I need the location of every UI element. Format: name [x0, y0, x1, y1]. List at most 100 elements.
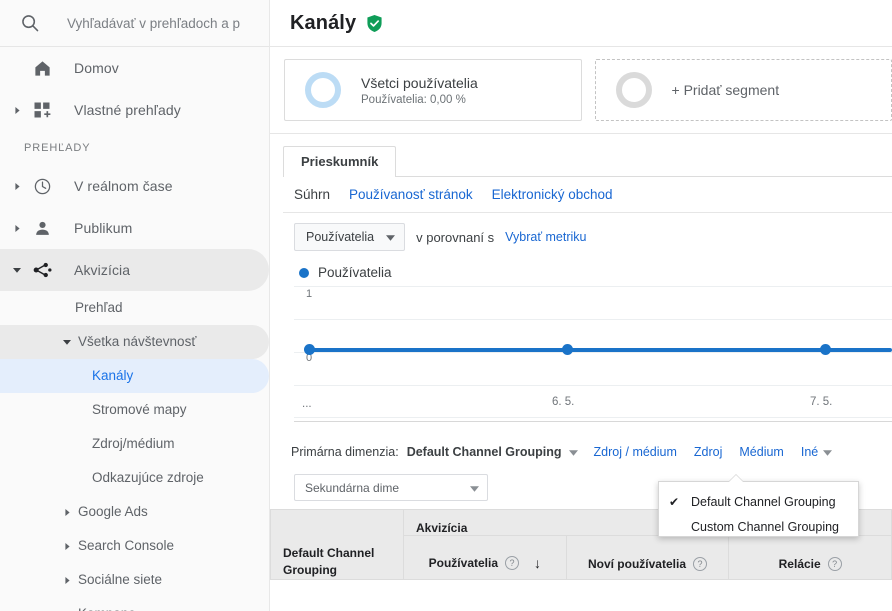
table-header-pouzivatelia[interactable]: Používatelia ? ↓ — [403, 535, 567, 580]
compare-label: v porovnaní s — [416, 229, 495, 245]
legend-label: Používatelia — [318, 265, 392, 280]
gridline — [294, 385, 892, 386]
segment-bar: Všetci používatelia Používatelia: 0,00 %… — [270, 47, 892, 134]
metric-select-button[interactable]: Používatelia — [294, 223, 406, 251]
x-axis-line — [294, 421, 892, 422]
sidebar: Domov Vlastné prehľady PREHĽADY — [0, 0, 270, 611]
page-title: Kanály — [290, 11, 357, 34]
tab-prieskumnik[interactable]: Prieskumník — [283, 146, 397, 177]
metric-label: Používatelia — [428, 556, 498, 570]
chevron-right-icon — [6, 182, 28, 190]
sidebar-item-v-realnom-case[interactable]: V reálnom čase — [0, 165, 269, 207]
metric-select-value: Používatelia — [306, 230, 375, 244]
sidebar-item-kanaly[interactable]: Kanály — [0, 359, 269, 393]
sidebar-item-label: Akvizícia — [74, 262, 131, 278]
gridline — [294, 352, 892, 353]
sidebar-item-kampane[interactable]: Kampane — [0, 597, 269, 611]
help-icon[interactable]: ? — [505, 556, 519, 570]
add-segment-label: + Pridať segment — [671, 82, 780, 98]
sidebar-item-publikum[interactable]: Publikum — [0, 207, 269, 249]
sidebar-subitem-label: Všetka návštevnosť — [78, 334, 197, 349]
menu-item-default-channel-grouping[interactable]: ✔ Default Channel Grouping — [659, 489, 858, 514]
add-segment-button[interactable]: + Pridať segment — [594, 59, 892, 121]
help-icon[interactable]: ? — [827, 557, 842, 571]
x-tick-2: 7. 5. — [810, 396, 833, 408]
menu-item-label: Default Channel Grouping — [691, 494, 836, 509]
metric-selector-row: Používatelia v porovnaní s Vybrať metrik… — [283, 213, 892, 257]
secondary-dimension-button[interactable]: Sekundárna dime — [294, 474, 488, 501]
chevron-right-icon — [60, 576, 74, 584]
segment-subtext: Používatelia: 0,00 % — [361, 94, 466, 106]
explorer-section: Prieskumník Súhrn Používanosť stránok El… — [270, 146, 892, 509]
metric-label: Relácie — [778, 557, 821, 571]
chevron-down-icon — [823, 445, 833, 459]
sidebar-item-label: V reálnom čase — [74, 178, 173, 194]
dimension-link-zdroj-medium[interactable]: Zdroj / médium — [594, 445, 677, 459]
table-header-novi-pouzivatelia[interactable]: Noví používatelia ? — [565, 535, 730, 580]
primary-dimension-dropdown[interactable]: Default Channel Grouping — [407, 445, 578, 459]
check-icon: ✔ — [669, 494, 680, 509]
sidebar-item-label: Publikum — [74, 220, 133, 236]
pick-metric-link[interactable]: Vybrať metriku — [505, 230, 586, 244]
dimension-link-medium[interactable]: Médium — [739, 445, 783, 459]
data-point[interactable] — [820, 344, 831, 355]
sidebar-item-google-ads[interactable]: Google Ads — [0, 495, 269, 529]
explorer-tabrow: Prieskumník — [283, 146, 892, 177]
chevron-right-icon — [6, 106, 28, 114]
explorer-subtabs: Súhrn Používanosť stránok Elektronický o… — [283, 177, 892, 213]
subtab-elektronicky-obchod[interactable]: Elektronický obchod — [492, 187, 613, 202]
sidebar-search-row[interactable] — [0, 0, 269, 47]
menu-item-custom-channel-grouping[interactable]: Custom Channel Grouping — [659, 514, 858, 539]
sidebar-item-label: Vlastné prehľady — [74, 102, 181, 118]
sort-descending-icon[interactable]: ↓ — [534, 555, 541, 571]
sidebar-subitem-label: Kanály — [92, 368, 134, 383]
chevron-right-icon — [60, 542, 74, 550]
sidebar-item-akvizicia[interactable]: Akvizícia — [0, 249, 269, 291]
dimension-link-ine[interactable]: Iné — [801, 445, 833, 459]
acquisition-icon — [30, 258, 54, 282]
sidebar-item-stromove-mapy[interactable]: Stromové mapy — [0, 393, 269, 427]
dimension-link-zdroj[interactable]: Zdroj — [694, 445, 722, 459]
chevron-right-icon — [60, 508, 74, 516]
sidebar-subitem-label: Search Console — [78, 538, 175, 553]
sidebar-item-prehlad[interactable]: Prehľad — [0, 291, 269, 325]
help-icon[interactable]: ? — [693, 557, 707, 571]
metric-label: Noví používatelia — [587, 557, 686, 571]
users-chart: Používatelia 1 0 ... 6. 5. 7. 5. — [294, 257, 892, 437]
table-header-relacie[interactable]: Relácie ? — [728, 535, 892, 580]
sidebar-item-vlastne-prehlady[interactable]: Vlastné prehľady — [0, 89, 269, 131]
subtab-suhrn[interactable]: Súhrn — [294, 187, 330, 202]
sidebar-item-socialne-siete[interactable]: Sociálne siete — [0, 563, 269, 597]
gridline — [294, 417, 892, 418]
chevron-right-icon — [6, 224, 28, 232]
sidebar-subitem-label: Odkazujúce zdroje — [92, 470, 204, 485]
chart-plot: 1 0 ... 6. 5. 7. 5. — [294, 286, 892, 422]
sidebar-item-vsetka-navstevnost[interactable]: Všetka návštevnosť — [0, 325, 269, 359]
segment-card-all-users[interactable]: Všetci používatelia Používatelia: 0,00 % — [284, 59, 582, 121]
chevron-down-icon — [60, 338, 74, 346]
data-point[interactable] — [304, 344, 315, 355]
sidebar-item-search-console[interactable]: Search Console — [0, 529, 269, 563]
subtab-pouzivanost-stranok[interactable]: Používanosť stránok — [349, 187, 473, 202]
sidebar-subitem-label: Stromové mapy — [92, 402, 187, 417]
table-dimension-header[interactable]: Default Channel Grouping — [270, 509, 404, 580]
sidebar-item-odkazujuce-zdroje[interactable]: Odkazujúce zdroje — [0, 461, 269, 495]
main-content: Kanály Všetci používatelia Používatelia:… — [270, 0, 892, 611]
chevron-down-icon — [6, 266, 28, 274]
chevron-down-icon — [568, 445, 578, 459]
sidebar-item-domov[interactable]: Domov — [0, 47, 269, 89]
sidebar-subitem-label: Kampane — [78, 602, 136, 611]
sidebar-subitem-label: Sociálne siete — [78, 572, 163, 587]
sidebar-item-zdroj-medium[interactable]: Zdroj/médium — [0, 427, 269, 461]
search-icon — [19, 12, 41, 34]
sidebar-subitem-label: Google Ads — [78, 504, 148, 519]
data-point[interactable] — [562, 344, 573, 355]
search-input[interactable] — [67, 15, 247, 31]
secondary-dimension-label: Sekundárna dime — [305, 480, 400, 495]
x-tick-1: 6. 5. — [552, 396, 575, 408]
x-tick-0: ... — [302, 398, 312, 410]
primary-dimension-menu[interactable]: ✔ Default Channel Grouping Custom Channe… — [658, 475, 859, 539]
menu-item-label: Custom Channel Grouping — [691, 519, 839, 534]
chevron-down-icon — [386, 230, 396, 244]
y-tick-1: 1 — [306, 288, 313, 300]
